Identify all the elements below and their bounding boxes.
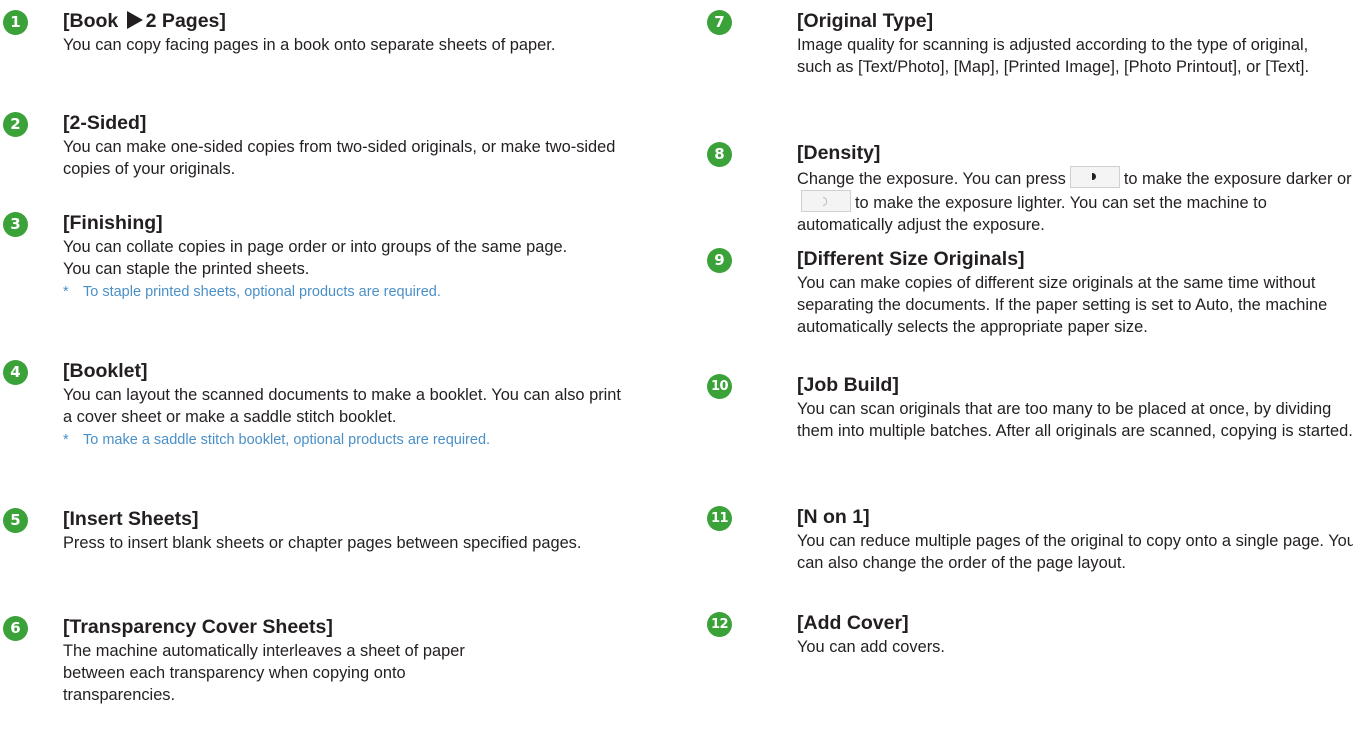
number-badge: 10: [707, 374, 732, 399]
item-description: Press to insert blank sheets or chapter …: [63, 534, 582, 552]
item-title: [Different Size Originals]: [797, 248, 1025, 270]
number-badge: 9: [707, 248, 732, 273]
density-darker-button-icon: [1069, 166, 1120, 188]
item-title: [Book 2 Pages]: [63, 10, 226, 32]
item-description: You can scan originals that are too many…: [797, 400, 1353, 440]
item-title: [N on 1]: [797, 506, 870, 528]
number-badge: 7: [707, 10, 732, 35]
number-badge: 1: [3, 10, 28, 35]
item-description: You can add covers.: [797, 638, 945, 656]
item-description: The machine automatically interleaves a …: [63, 642, 465, 704]
item-title: [2-Sided]: [63, 112, 147, 134]
item-description: You can make one-sided copies from two-s…: [63, 138, 616, 178]
number-badge: 2: [3, 112, 28, 137]
item-description: You can make copies of different size or…: [797, 274, 1328, 336]
item-title: [Density]: [797, 142, 881, 164]
item-description: You can reduce multiple pages of the ori…: [797, 532, 1353, 572]
item-title: [Original Type]: [797, 10, 934, 32]
note: * To staple printed sheets, optional prod…: [63, 284, 441, 300]
item-title: [Insert Sheets]: [63, 508, 199, 530]
item-description: You can layout the scanned documents to …: [63, 384, 633, 450]
number-badge: 4: [3, 360, 28, 385]
item-title: [Booklet]: [63, 360, 148, 382]
number-badge: 12: [707, 612, 732, 637]
density-lighter-button-icon: [801, 190, 851, 212]
number-badge: 11: [707, 506, 732, 531]
number-badge: 8: [707, 142, 732, 167]
item-description: You can collate copies in page order or …: [63, 236, 633, 302]
note: * To make a saddle stitch booklet, option…: [63, 432, 491, 448]
item-title: [Transparency Cover Sheets]: [63, 616, 333, 638]
triangle-right-icon: [126, 11, 143, 29]
number-badge: 3: [3, 212, 28, 237]
item-description: You can copy facing pages in a book onto…: [63, 36, 556, 54]
number-badge: 5: [3, 508, 28, 533]
item-description: Image quality for scanning is adjusted a…: [797, 36, 1309, 76]
item-title: [Job Build]: [797, 374, 899, 396]
item-title: [Finishing]: [63, 212, 163, 234]
number-badge: 6: [3, 616, 28, 641]
item-description: Change the exposure. You can press to mak…: [797, 166, 1353, 236]
item-title: [Add Cover]: [797, 612, 909, 634]
